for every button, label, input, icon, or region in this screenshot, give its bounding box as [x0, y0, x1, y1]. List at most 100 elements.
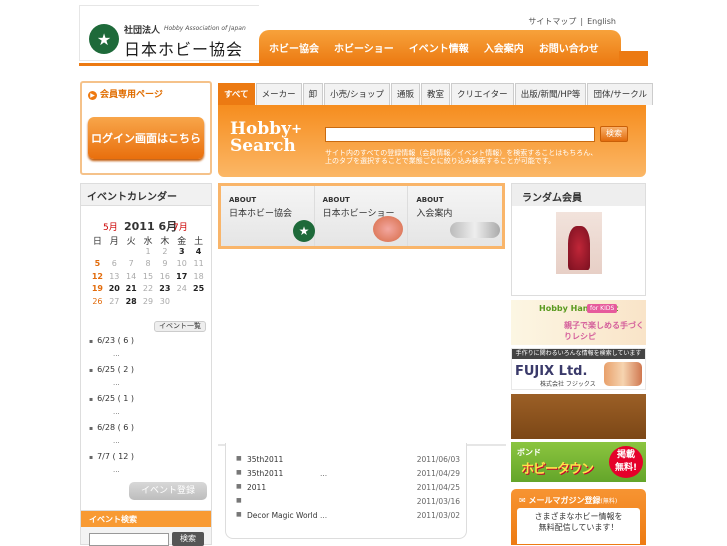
weekday-label: 日: [92, 237, 102, 247]
calendar-week: 26 27 28 29 30: [89, 297, 207, 310]
mail-magazine-desc: さまざまなホビー情報を 無料配信しています！: [517, 508, 640, 544]
key-photo: [450, 222, 501, 238]
news-item[interactable]: ■ 2011 2011/04/25: [236, 483, 466, 496]
calendar-day[interactable]: 4: [190, 247, 207, 260]
about-association[interactable]: ABOUT 日本ホビー協会 ★: [221, 186, 315, 246]
calendar-day[interactable]: 28: [123, 297, 140, 310]
news-date: 2011/04/25: [416, 483, 460, 492]
about-hobby-show[interactable]: ABOUT 日本ホビーショー: [314, 186, 409, 246]
nav-events[interactable]: イベント情報: [409, 40, 469, 55]
tab-1[interactable]: メーカー: [255, 83, 302, 105]
news-item[interactable]: ■ Decor Magic World... 2011/03/02: [236, 511, 466, 524]
weekday-label: 金: [177, 237, 187, 247]
calendar-day: 13: [109, 271, 120, 281]
random-member-title: ランダム会員: [512, 184, 645, 206]
tab-7[interactable]: 出版/新聞/HP等: [514, 83, 587, 105]
event-date-item[interactable]: 6/25 ( 1 )...: [89, 394, 207, 423]
tab-3[interactable]: 小売/ショップ: [324, 83, 390, 105]
tab-4[interactable]: 通販: [390, 83, 420, 105]
event-title: ...: [113, 466, 120, 474]
news-item[interactable]: ■ 35th2011... 2011/04/29: [236, 469, 466, 482]
tab-0[interactable]: すべて: [218, 83, 255, 105]
hobby-search-logo: Hobby+ Search: [230, 121, 302, 155]
event-list-button[interactable]: イベント一覧: [154, 321, 206, 332]
calendar-day[interactable]: 19: [89, 284, 106, 297]
plus-icon: +: [291, 122, 302, 137]
fujix-banner[interactable]: 手作りに関わるいろんな情報を検索しています FUJIX Ltd. 株式会社 フジ…: [511, 348, 646, 390]
login-button[interactable]: ログイン画面はこちら: [88, 117, 204, 159]
event-date: 7/7 ( 12 ): [89, 452, 134, 461]
event-date-item[interactable]: 6/28 ( 6 )...: [89, 423, 207, 452]
calendar-day[interactable]: 3: [173, 247, 190, 260]
tab-2[interactable]: 卸: [302, 83, 324, 105]
about-membership[interactable]: ABOUT 入会案内: [408, 186, 502, 246]
calendar-next-link[interactable]: 7月: [173, 220, 188, 233]
calendar-day: 10: [176, 259, 187, 268]
calendar-title: イベントカレンダー: [81, 184, 211, 206]
logo-subtitle: 社団法人: [124, 26, 161, 36]
hobby-search-input[interactable]: [325, 127, 595, 142]
mail-title-text: メールマガジン登録: [528, 496, 601, 505]
calendar-day[interactable]: 12: [89, 272, 106, 285]
member-title-text: 会員専用ページ: [100, 90, 163, 100]
hobby-search-button[interactable]: 検索: [600, 126, 628, 142]
calendar-day: 8: [145, 259, 151, 268]
calendar-prev-link[interactable]: 5月: [103, 220, 118, 233]
news-item[interactable]: ■ 35th2011 2011/06/03: [236, 455, 466, 468]
random-member-box: ランダム会員: [511, 183, 646, 296]
tab-6[interactable]: クリエイター: [451, 83, 514, 105]
logo-english: Hobby Association of Japan: [164, 25, 246, 32]
news-item[interactable]: ■ 2011/03/16: [236, 497, 466, 510]
mail-magazine-banner[interactable]: ✉ メールマガジン登録(無料) さまざまなホビー情報を 無料配信しています！: [511, 489, 646, 545]
news-title: 35th2011: [247, 469, 284, 478]
star-emblem-icon: ★: [89, 24, 119, 54]
calendar-day: 24: [176, 284, 187, 293]
event-register-button[interactable]: イベント登録: [129, 482, 207, 500]
nav-hobby-show[interactable]: ホビーショー: [334, 40, 394, 55]
free-badge-line2: 無料!: [614, 463, 638, 473]
event-search-input[interactable]: [89, 533, 169, 546]
event-date-item[interactable]: 6/23 ( 6 )...: [89, 336, 207, 365]
event-title: ...: [113, 437, 120, 445]
bond-hobby-town-banner[interactable]: ボンド ホビータウン 掲載 無料!: [511, 442, 646, 482]
site-logo[interactable]: ★ 社団法人 Hobby Association of Japan 日本ホビー協…: [79, 5, 259, 61]
calendar-day[interactable]: 5: [89, 259, 106, 272]
sitemap-link[interactable]: サイトマップ: [524, 17, 580, 26]
calendar-weekday-row: 日月火水木金土: [89, 234, 207, 247]
header-divider: [79, 63, 648, 66]
mail-magazine-title: ✉ メールマガジン登録(無料): [519, 495, 617, 506]
banner-badge: for KIDS: [587, 304, 618, 313]
calendar-day[interactable]: 21: [123, 284, 140, 297]
about-title: 入会案内: [416, 209, 453, 219]
event-date-item[interactable]: 6/25 ( 2 )...: [89, 365, 207, 394]
calendar-day: [173, 297, 190, 310]
english-link[interactable]: English: [583, 17, 620, 26]
tab-8[interactable]: 団体/サークル: [587, 83, 654, 105]
calendar-day[interactable]: 23: [156, 284, 173, 297]
event-date-item[interactable]: 7/7 ( 12 )...: [89, 452, 207, 481]
weekday-label: 木: [160, 237, 170, 247]
logo-title: 日本ホビー協会: [124, 40, 244, 59]
calendar-day: 27: [109, 296, 120, 306]
calendar-day[interactable]: 25: [190, 284, 207, 297]
calendar-day: 18: [193, 271, 204, 281]
event-date: 6/25 ( 2 ): [89, 365, 134, 374]
brown-banner[interactable]: [511, 394, 646, 439]
event-search-button[interactable]: 検索: [172, 532, 204, 546]
nav-membership[interactable]: 入会案内: [484, 40, 524, 55]
random-member-photo[interactable]: [556, 212, 602, 274]
event-title: ...: [113, 379, 120, 387]
event-calendar: イベントカレンダー 5月 2011 6月 7月 日月火水木金土123456789…: [80, 183, 212, 545]
thread-spools-image: [604, 362, 642, 386]
calendar-day: [190, 297, 207, 310]
bond-title: ホビータウン: [521, 462, 594, 477]
calendar-day[interactable]: 17: [173, 272, 190, 285]
calendar-day[interactable]: 20: [106, 284, 123, 297]
tab-5[interactable]: 教室: [421, 83, 451, 105]
mail-icon: ✉: [519, 496, 529, 505]
hobby-handicraft-banner[interactable]: Hobby Handicraft for KIDS 親子で楽しめる手づくりレシピ: [511, 300, 646, 345]
nav-association[interactable]: ホビー協会: [269, 40, 319, 55]
nav-contact[interactable]: お問い合わせ: [539, 40, 599, 55]
calendar-day: 26: [92, 296, 103, 306]
member-title: ▶ 会員専用ページ: [88, 87, 163, 100]
